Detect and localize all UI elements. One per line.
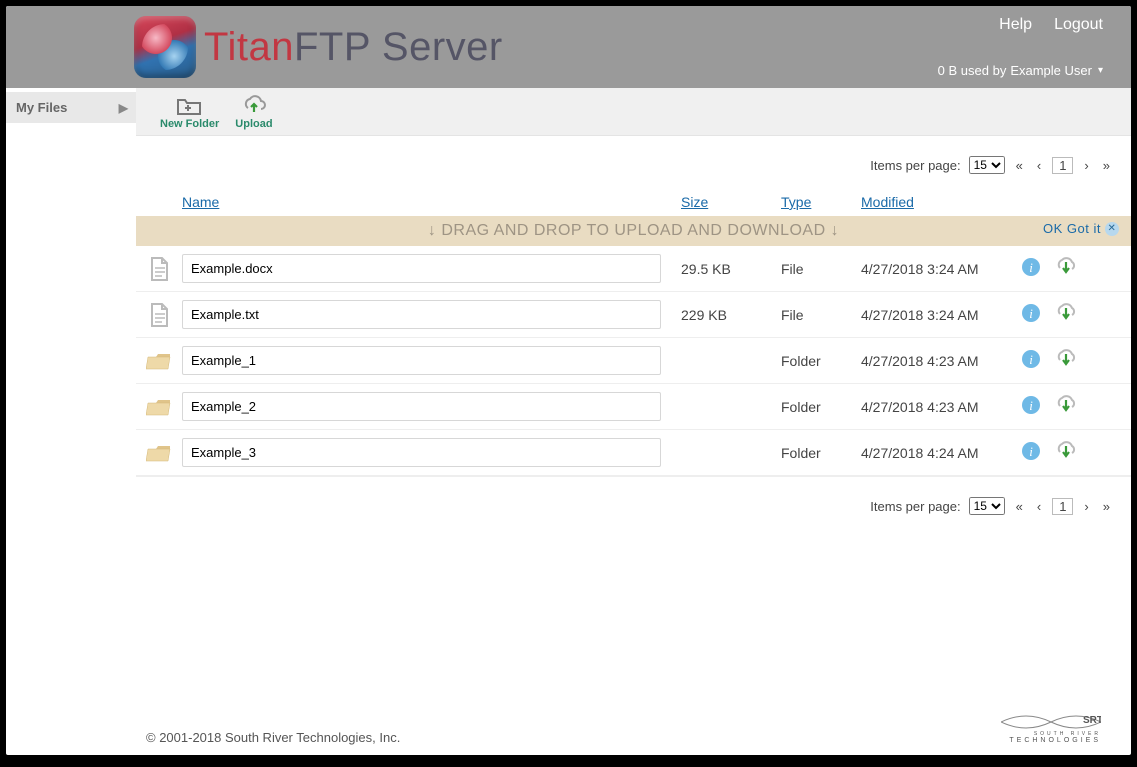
cell-size: 29.5 KB <box>681 261 781 277</box>
cell-modified: 4/27/2018 4:24 AM <box>861 445 1021 461</box>
table-row: Folder4/27/2018 4:23 AM i <box>136 338 1131 384</box>
cell-modified: 4/27/2018 3:24 AM <box>861 307 1021 323</box>
cell-type: File <box>781 261 861 277</box>
new-folder-icon <box>176 94 204 116</box>
pager-label: Items per page: <box>870 499 960 514</box>
file-name-input[interactable] <box>182 392 661 421</box>
pager-bottom: Items per page: 15 « ‹ 1 › » <box>136 489 1131 523</box>
info-button[interactable]: i <box>1021 441 1041 464</box>
download-button[interactable] <box>1053 256 1079 281</box>
col-type[interactable]: Type <box>781 194 861 210</box>
info-button[interactable]: i <box>1021 303 1041 326</box>
cell-modified: 4/27/2018 3:24 AM <box>861 261 1021 277</box>
col-name[interactable]: Name <box>182 194 681 210</box>
srt-wave-icon: SRT <box>1001 714 1101 730</box>
brand-titan: Titan <box>204 25 294 69</box>
file-name-input[interactable] <box>182 346 661 375</box>
new-folder-label: New Folder <box>160 118 219 130</box>
caret-down-icon: ▾ <box>1098 65 1103 76</box>
file-icon <box>136 302 182 328</box>
usage-region[interactable]: 0 B used by Example User ▾ <box>938 63 1103 78</box>
folder-icon <box>136 350 182 372</box>
svg-text:i: i <box>1029 444 1033 459</box>
svg-text:i: i <box>1029 352 1033 367</box>
titan-logo-icon <box>134 16 196 78</box>
col-modified[interactable]: Modified <box>861 194 1021 210</box>
pager-top: Items per page: 15 « ‹ 1 › » <box>136 148 1131 182</box>
sidebar: My Files ▶ <box>6 88 136 523</box>
cell-modified: 4/27/2018 4:23 AM <box>861 353 1021 369</box>
cell-type: Folder <box>781 353 861 369</box>
table-row: 229 KBFile4/27/2018 3:24 AM i <box>136 292 1131 338</box>
info-button[interactable]: i <box>1021 349 1041 372</box>
close-icon: ✕ <box>1105 222 1119 236</box>
file-name-input[interactable] <box>182 300 661 329</box>
pager-label: Items per page: <box>870 158 960 173</box>
pager-last-button[interactable]: » <box>1100 158 1113 173</box>
help-link[interactable]: Help <box>999 16 1032 34</box>
col-size[interactable]: Size <box>681 194 781 210</box>
svg-text:i: i <box>1029 398 1033 413</box>
current-user: Example User <box>1010 63 1092 78</box>
pager-next-button[interactable]: › <box>1081 499 1091 514</box>
brand-region: TitanFTP Server <box>134 16 503 78</box>
file-icon <box>136 256 182 282</box>
table-row: 29.5 KBFile4/27/2018 3:24 AM i <box>136 246 1131 292</box>
file-name-input[interactable] <box>182 438 661 467</box>
brand-text: TitanFTP Server <box>204 25 503 70</box>
chevron-right-icon: ▶ <box>119 101 128 115</box>
svg-text:SRT: SRT <box>1083 715 1101 726</box>
logout-link[interactable]: Logout <box>1054 16 1103 34</box>
table-row: Folder4/27/2018 4:23 AM i <box>136 384 1131 430</box>
pager-current-page: 1 <box>1052 157 1073 174</box>
download-button[interactable] <box>1053 394 1079 419</box>
upload-label: Upload <box>235 118 272 130</box>
file-name-input[interactable] <box>182 254 661 283</box>
items-per-page-select[interactable]: 15 <box>969 156 1005 174</box>
drag-drop-text: ↓ DRAG AND DROP TO UPLOAD AND DOWNLOAD ↓ <box>428 222 839 239</box>
ok-got-it-button[interactable]: OK Got it ✕ <box>1043 221 1119 236</box>
cell-size: 229 KB <box>681 307 781 323</box>
pager-next-button[interactable]: › <box>1081 158 1091 173</box>
download-button[interactable] <box>1053 302 1079 327</box>
pager-first-button[interactable]: « <box>1013 158 1026 173</box>
upload-cloud-icon <box>240 94 268 116</box>
cell-type: Folder <box>781 445 861 461</box>
svg-text:i: i <box>1029 306 1033 321</box>
file-table: Name Size Type Modified ↓ DRAG AND DROP … <box>136 194 1131 477</box>
drag-drop-banner: ↓ DRAG AND DROP TO UPLOAD AND DOWNLOAD ↓… <box>136 216 1131 246</box>
sidebar-item-label: My Files <box>16 100 67 115</box>
pager-last-button[interactable]: » <box>1100 499 1113 514</box>
copyright-text: © 2001-2018 South River Technologies, In… <box>146 730 400 745</box>
table-header-row: Name Size Type Modified <box>136 194 1131 216</box>
pager-current-page: 1 <box>1052 498 1073 515</box>
pager-first-button[interactable]: « <box>1013 499 1026 514</box>
download-button[interactable] <box>1053 440 1079 465</box>
pager-prev-button[interactable]: ‹ <box>1034 499 1044 514</box>
folder-icon <box>136 396 182 418</box>
svg-text:i: i <box>1029 260 1033 275</box>
folder-icon <box>136 442 182 464</box>
table-row: Folder4/27/2018 4:24 AM i <box>136 430 1131 476</box>
usage-prefix: 0 B used by <box>938 63 1007 78</box>
cell-type: File <box>781 307 861 323</box>
ok-got-it-label: OK Got it <box>1043 221 1101 236</box>
cell-modified: 4/27/2018 4:23 AM <box>861 399 1021 415</box>
items-per-page-select[interactable]: 15 <box>969 497 1005 515</box>
info-button[interactable]: i <box>1021 257 1041 280</box>
app-header: TitanFTP Server Help Logout 0 B used by … <box>6 6 1131 88</box>
sidebar-item-my-files[interactable]: My Files ▶ <box>6 92 136 123</box>
upload-button[interactable]: Upload <box>235 94 272 130</box>
main-panel: New Folder Upload Items per page: 15 « ‹… <box>136 88 1131 523</box>
srt-logo: SRT SOUTH RIVERTECHNOLOGIES <box>1001 714 1101 745</box>
brand-server: FTP Server <box>294 25 503 69</box>
download-button[interactable] <box>1053 348 1079 373</box>
new-folder-button[interactable]: New Folder <box>160 94 219 130</box>
info-button[interactable]: i <box>1021 395 1041 418</box>
cell-type: Folder <box>781 399 861 415</box>
footer: © 2001-2018 South River Technologies, In… <box>6 714 1131 745</box>
pager-prev-button[interactable]: ‹ <box>1034 158 1044 173</box>
